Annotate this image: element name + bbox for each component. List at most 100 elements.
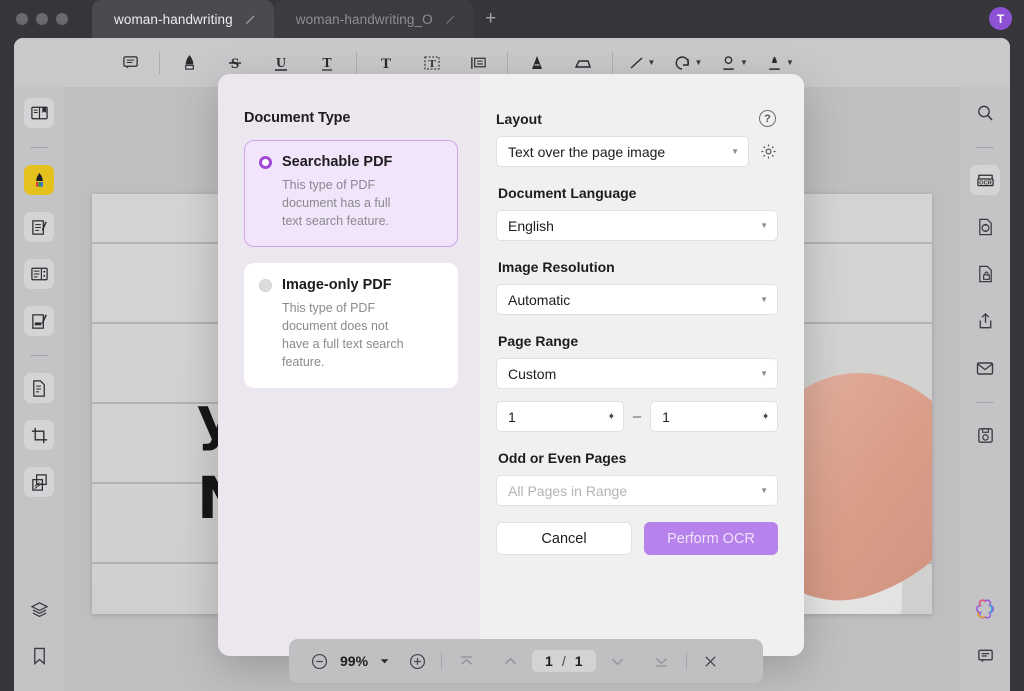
search-icon[interactable] xyxy=(970,98,1000,128)
layers-icon[interactable] xyxy=(24,594,54,624)
save-icon[interactable] xyxy=(970,420,1000,450)
crop-page-icon[interactable] xyxy=(24,420,54,450)
layout-select[interactable]: Text over the page image ▼ xyxy=(496,136,749,167)
stepper-arrows-icon[interactable]: ▲ ▼ xyxy=(762,412,769,421)
zoom-in-icon[interactable] xyxy=(404,648,430,674)
layout-value: Text over the page image xyxy=(508,143,666,160)
document-type-panel: Document Type Searchable PDF This type o… xyxy=(218,74,480,656)
new-tab-button[interactable]: + xyxy=(474,0,508,38)
page-navigation-bar: 99% 1 / 1 xyxy=(289,639,763,683)
chevron-down-icon[interactable]: ▼ xyxy=(786,58,794,67)
odd-even-label: Odd or Even Pages xyxy=(498,450,627,466)
layout-header: Layout ? xyxy=(496,110,778,127)
protect-document-icon[interactable] xyxy=(970,259,1000,289)
chevron-down-icon[interactable]: ▼ xyxy=(760,369,768,378)
document-type-title: Document Type xyxy=(244,110,351,126)
annotate-icon[interactable] xyxy=(24,212,54,242)
option-title: Image-only PDF xyxy=(282,277,392,294)
ai-assistant-icon[interactable] xyxy=(970,594,1000,624)
rail-divider xyxy=(30,147,48,148)
document-language-value: English xyxy=(508,217,554,234)
option-searchable-pdf[interactable]: Searchable PDF This type of PDF document… xyxy=(244,140,458,248)
previous-page-icon[interactable] xyxy=(497,648,523,674)
compare-pages-icon[interactable] xyxy=(24,467,54,497)
document-language-select[interactable]: English ▼ xyxy=(496,210,778,241)
layout-row: Text over the page image ▼ xyxy=(496,136,778,167)
pencil-icon[interactable] xyxy=(445,14,456,25)
page-range-from-value: 1 xyxy=(508,408,516,425)
option-header: Image-only PDF xyxy=(259,277,441,293)
page-range-select[interactable]: Custom ▼ xyxy=(496,358,778,389)
chevron-down-icon[interactable]: ▼ xyxy=(648,58,656,67)
range-separator: – xyxy=(632,408,642,425)
organize-pages-icon[interactable] xyxy=(24,373,54,403)
highlight-tool-icon[interactable] xyxy=(24,165,54,195)
convert-icon[interactable] xyxy=(970,212,1000,242)
read-mode-icon[interactable] xyxy=(24,98,54,128)
window-controls[interactable] xyxy=(0,13,92,25)
rail-divider xyxy=(976,147,994,148)
page-range-from-stepper[interactable]: 1 ▲ ▼ xyxy=(496,401,624,432)
image-resolution-label: Image Resolution xyxy=(498,259,615,275)
bookmark-icon[interactable] xyxy=(24,641,54,671)
option-image-only-pdf[interactable]: Image-only PDF This type of PDF document… xyxy=(244,263,458,389)
main-window: S U T T T ▼ ▼ ▼ ▼ OCR Document Type Sear… xyxy=(14,38,1010,691)
ocr-icon[interactable]: OCR xyxy=(970,165,1000,195)
page-range-value: Custom xyxy=(508,365,557,382)
chevron-down-icon[interactable]: ▼ xyxy=(695,58,703,67)
email-icon[interactable] xyxy=(970,353,1000,383)
page-range-to-stepper[interactable]: 1 ▲ ▼ xyxy=(650,401,778,432)
toolbar-divider xyxy=(356,51,357,74)
chevron-down-icon[interactable]: ▼ xyxy=(760,486,768,495)
svg-text:OCR: OCR xyxy=(979,180,992,186)
comment-icon[interactable] xyxy=(107,43,153,83)
zoom-out-icon[interactable] xyxy=(306,648,332,674)
minimize-window-button[interactable] xyxy=(36,13,48,25)
question-mark-icon[interactable]: ? xyxy=(759,110,776,127)
close-window-button[interactable] xyxy=(16,13,28,25)
share-icon[interactable] xyxy=(970,306,1000,336)
pencil-icon[interactable] xyxy=(245,14,256,25)
title-bar: woman-handwriting woman-handwriting_O + … xyxy=(0,0,1024,38)
cancel-button[interactable]: Cancel xyxy=(496,522,632,555)
highlighter-pen-icon[interactable] xyxy=(166,43,212,83)
last-page-icon[interactable] xyxy=(649,648,675,674)
tab-woman-handwriting-ocr[interactable]: woman-handwriting_O xyxy=(273,0,474,38)
tab-label: woman-handwriting_O xyxy=(295,11,433,27)
comments-panel-icon[interactable] xyxy=(970,641,1000,671)
maximize-window-button[interactable] xyxy=(56,13,68,25)
page-indicator[interactable]: 1 / 1 xyxy=(532,650,596,672)
first-page-icon[interactable] xyxy=(453,648,479,674)
odd-even-placeholder: All Pages in Range xyxy=(508,482,628,499)
right-sidebar: OCR xyxy=(960,87,1010,691)
odd-even-select[interactable]: All Pages in Range ▼ xyxy=(496,475,778,506)
next-page-icon[interactable] xyxy=(605,648,631,674)
fill-sign-icon[interactable] xyxy=(24,306,54,336)
bottom-bar-divider xyxy=(441,653,443,669)
chevron-down-icon[interactable]: ▼ xyxy=(740,58,748,67)
page-layout-icon[interactable] xyxy=(24,259,54,289)
chevron-down-icon[interactable]: ▼ xyxy=(731,147,739,156)
page-range-inputs: 1 ▲ ▼ – 1 ▲ ▼ xyxy=(496,401,778,432)
image-resolution-select[interactable]: Automatic ▼ xyxy=(496,284,778,315)
bottom-bar-divider xyxy=(685,653,687,669)
chevron-down-icon[interactable]: ▼ xyxy=(760,295,768,304)
stepper-arrows-icon[interactable]: ▲ ▼ xyxy=(608,412,615,421)
chevron-down-icon[interactable]: ▼ xyxy=(760,221,768,230)
tab-label: woman-handwriting xyxy=(114,11,233,27)
radio-image-only-pdf[interactable] xyxy=(259,278,272,292)
page-range-label: Page Range xyxy=(498,333,579,349)
page-range-to-value: 1 xyxy=(662,408,670,425)
zoom-level[interactable]: 99% xyxy=(335,653,373,669)
current-page-value: 1 xyxy=(545,653,553,669)
avatar[interactable]: T xyxy=(989,7,1012,30)
chevron-down-icon[interactable] xyxy=(376,648,392,674)
gear-icon[interactable] xyxy=(759,142,778,161)
document-language-label: Document Language xyxy=(498,185,637,201)
rail-divider xyxy=(976,402,994,403)
perform-ocr-button[interactable]: Perform OCR xyxy=(644,522,778,555)
tab-woman-handwriting[interactable]: woman-handwriting xyxy=(92,0,274,38)
ocr-settings-dialog: Document Type Searchable PDF This type o… xyxy=(218,74,804,656)
close-icon[interactable] xyxy=(698,648,724,674)
radio-searchable-pdf[interactable] xyxy=(259,155,272,169)
